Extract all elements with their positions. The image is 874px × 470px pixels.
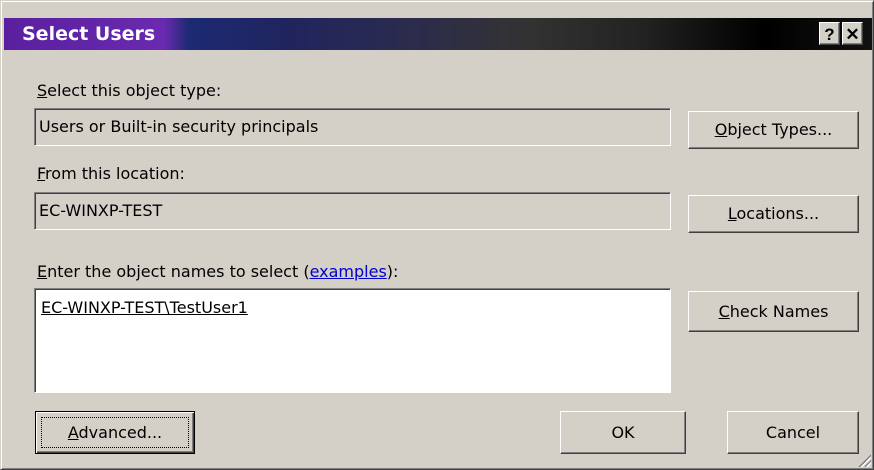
close-button[interactable]: ✕	[842, 22, 863, 45]
check-names-button[interactable]: Check Names	[688, 291, 859, 332]
close-icon: ✕	[845, 25, 860, 44]
object-names-label: Enter the object names to select (exampl…	[37, 262, 399, 281]
location-field: EC-WINXP-TEST	[34, 192, 671, 230]
window-title: Select Users	[22, 23, 156, 45]
ok-button[interactable]: OK	[560, 411, 686, 454]
examples-link[interactable]: examples	[310, 262, 387, 281]
select-users-dialog: Select Users ? ✕ Select this object type…	[0, 0, 874, 470]
object-types-button[interactable]: Object Types...	[688, 111, 859, 149]
resize-grip-icon[interactable]	[857, 453, 871, 467]
help-icon: ?	[824, 25, 835, 44]
object-type-field: Users or Built-in security principals	[34, 108, 671, 146]
locations-button[interactable]: Locations...	[688, 195, 859, 233]
advanced-button[interactable]: Advanced...	[35, 411, 195, 454]
title-bar[interactable]: Select Users ? ✕	[4, 18, 872, 50]
help-button[interactable]: ?	[819, 22, 840, 45]
object-names-input[interactable]: EC-WINXP-TEST\TestUser1	[34, 288, 671, 393]
object-names-value: EC-WINXP-TEST\TestUser1	[41, 298, 248, 317]
cancel-button[interactable]: Cancel	[727, 411, 859, 454]
focus-rectangle	[41, 417, 189, 448]
location-label: From this location:	[37, 164, 185, 183]
object-type-label: Select this object type:	[37, 81, 222, 100]
